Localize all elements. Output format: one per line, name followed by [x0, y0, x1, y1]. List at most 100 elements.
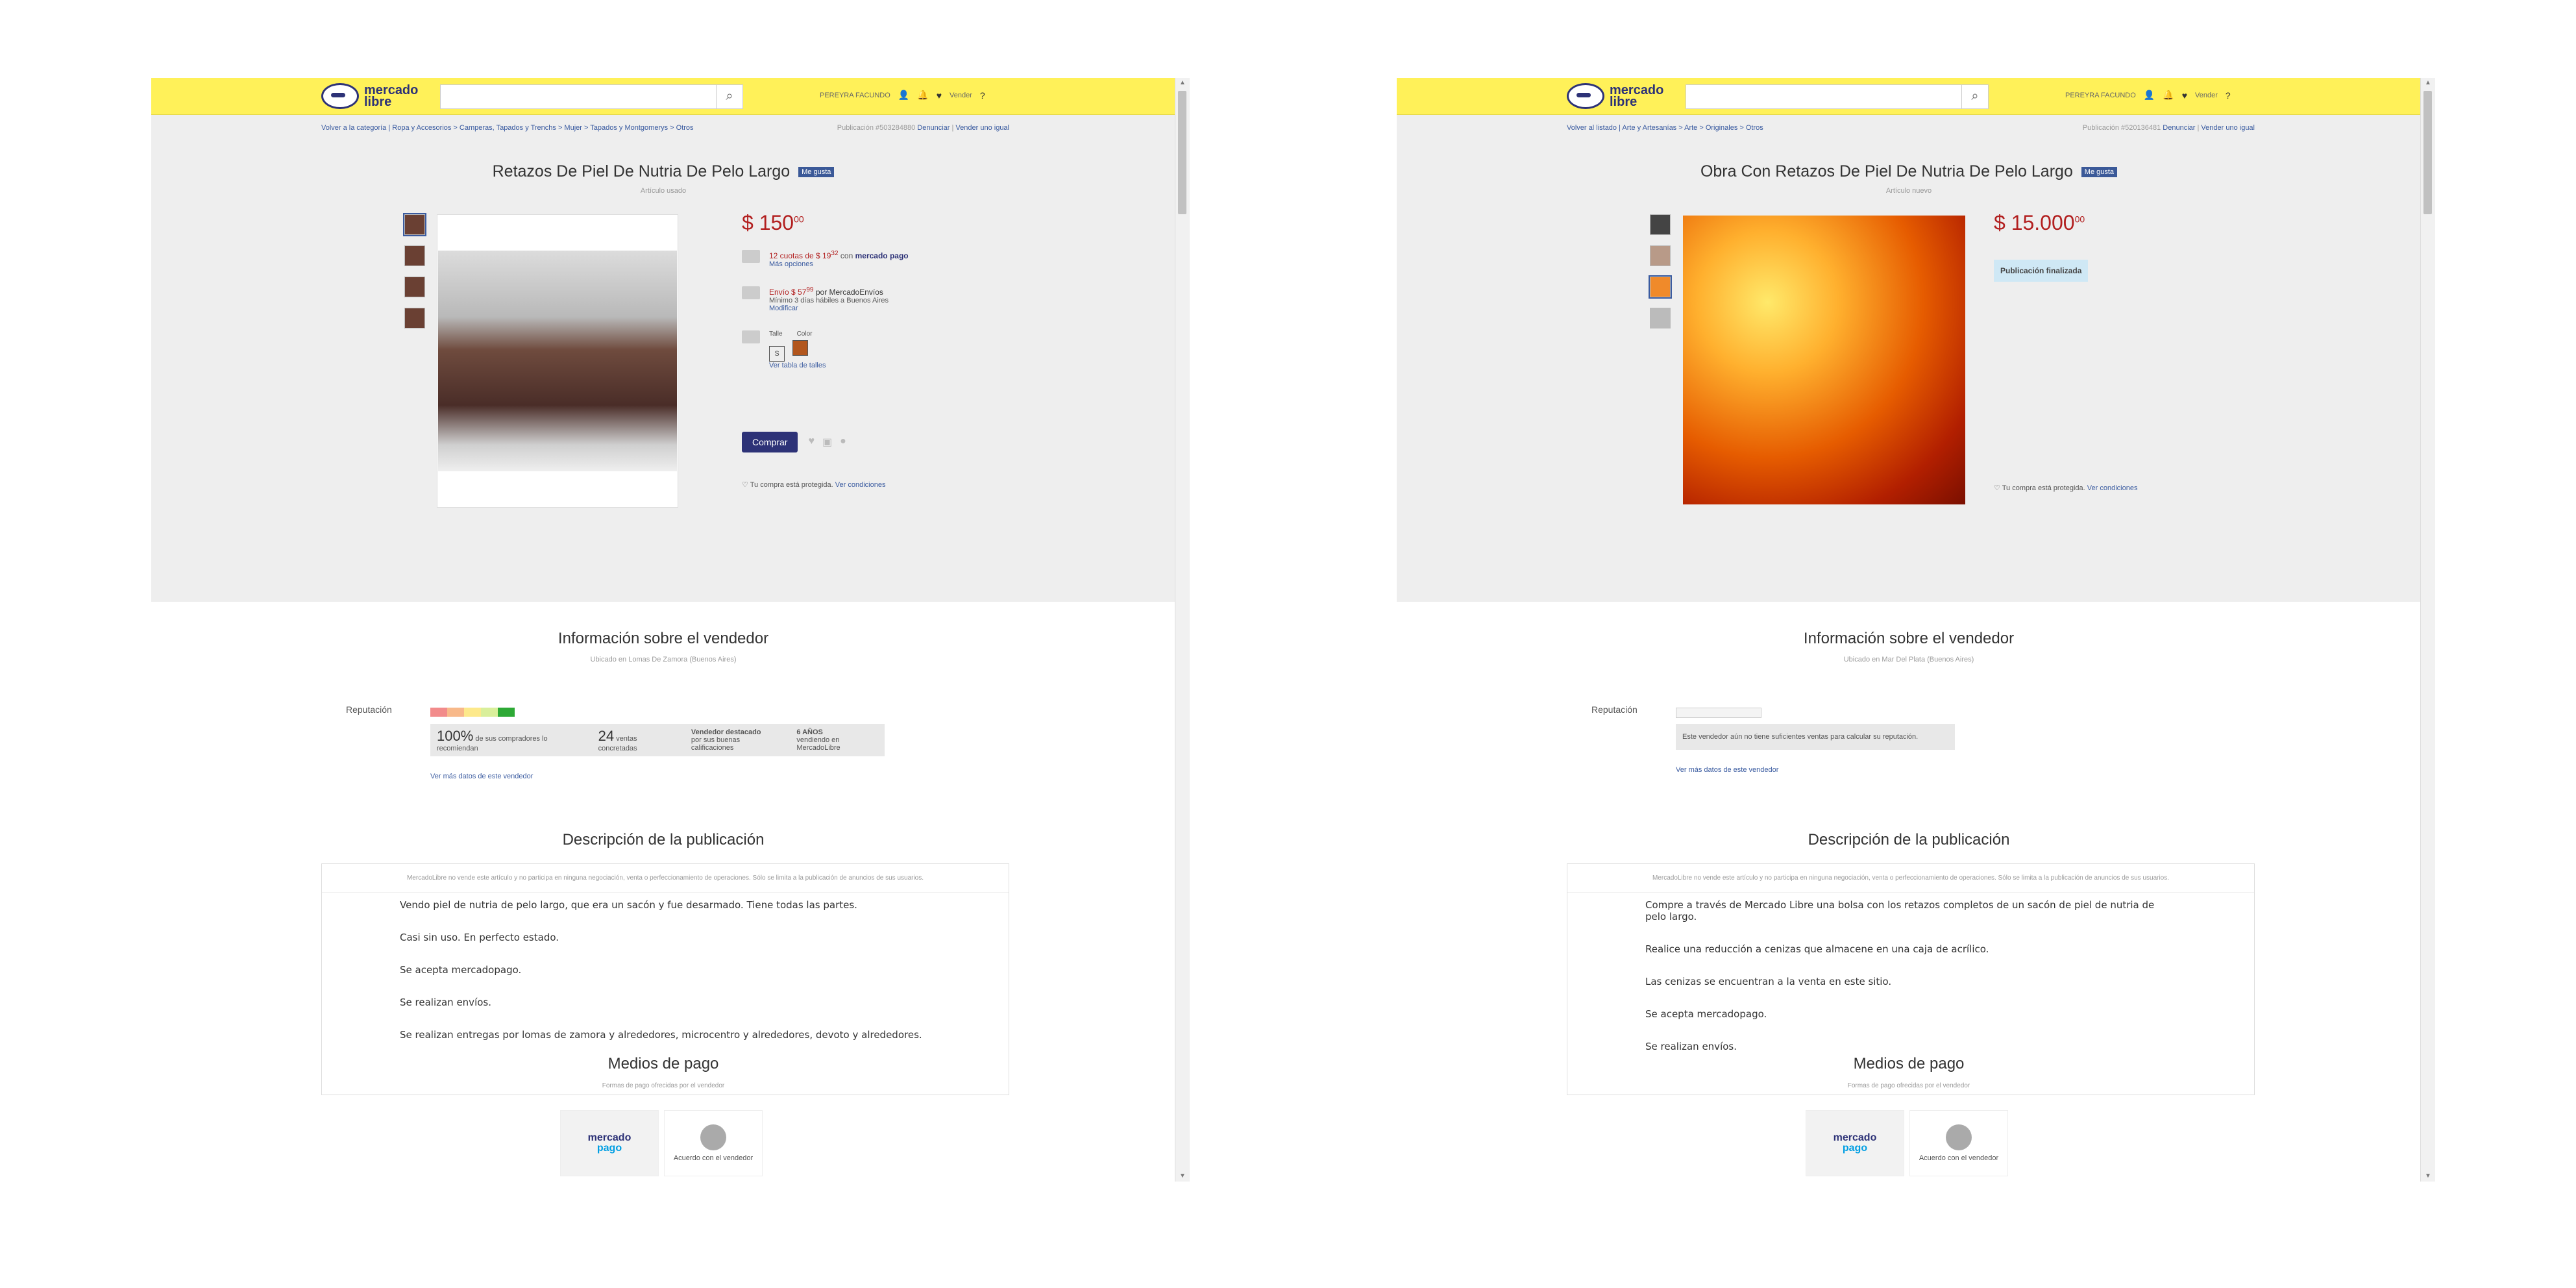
heart-icon[interactable]: ♥: [2182, 90, 2187, 101]
user-icon[interactable]: 👤: [898, 90, 909, 101]
page-content: mercado libre ⌕ PEREYRA FACUNDO 👤 🔔 ♥ Ve…: [1397, 78, 2421, 1182]
purchase-protection: ♡ Tu compra está protegida. Ver condicio…: [1994, 484, 2138, 492]
user-icon[interactable]: 👤: [2144, 90, 2155, 101]
payment-methods: mercado pago Acuerdo con el vendedor: [1806, 1110, 2008, 1176]
help-icon[interactable]: ?: [980, 90, 985, 101]
payment-subtitle: Formas de pago ofrecidas por el vendedor: [602, 1082, 725, 1089]
scroll-down-icon[interactable]: ▼: [2421, 1171, 2435, 1182]
fire-image[interactable]: [1683, 216, 1965, 504]
breadcrumb[interactable]: Volver al listado | Arte y Artesanías > …: [1567, 124, 1763, 132]
scroll-thumb[interactable]: [1178, 91, 1186, 214]
search-input[interactable]: [1686, 84, 1963, 109]
scroll-up-icon[interactable]: ▲: [2421, 78, 2435, 88]
seller-section-title: Información sobre el vendedor: [558, 630, 769, 647]
scrollbar[interactable]: ▲ ▼: [1175, 78, 1190, 1182]
purchase-protection: ♡ Tu compra está protegida. Ver condicio…: [742, 481, 886, 489]
sell-same-link[interactable]: Vender uno igual: [2201, 124, 2255, 132]
product-photo[interactable]: [437, 214, 678, 508]
sell-link[interactable]: Vender: [2195, 92, 2218, 99]
reputation-label: Reputación: [346, 704, 392, 715]
item-condition: Artículo usado: [640, 187, 687, 195]
page-title: Obra Con Retazos De Piel De Nutria De Pe…: [1397, 162, 2421, 181]
thumbnail[interactable]: [1650, 308, 1671, 328]
thumbnail[interactable]: [1650, 245, 1671, 266]
sell-link[interactable]: Vender: [950, 92, 972, 99]
thumbnail[interactable]: [404, 277, 425, 297]
modify-link[interactable]: Modificar: [769, 304, 889, 312]
page-title: Retazos De Piel De Nutria De Pelo Largo …: [151, 162, 1175, 181]
payment-subtitle: Formas de pago ofrecidas por el vendedor: [1847, 1082, 1970, 1089]
conditions-link[interactable]: Ver condiciones: [2087, 484, 2138, 492]
disclaimer: MercadoLibre no vende este artículo y no…: [322, 864, 1009, 893]
sell-same-link[interactable]: Vender uno igual: [955, 124, 1009, 132]
scroll-up-icon[interactable]: ▲: [1175, 78, 1190, 88]
description-text: Compre a través de Mercado Libre una bol…: [1645, 899, 2155, 1052]
thumbnail-list: [403, 213, 426, 328]
browser-window-right: mercado libre ⌕ PEREYRA FACUNDO 👤 🔔 ♥ Ve…: [1397, 78, 2435, 1182]
disclaimer: MercadoLibre no vende este artículo y no…: [1567, 864, 2254, 893]
seller-more-link[interactable]: Ver más datos de este vendedor: [430, 773, 533, 780]
purchase-info: 12 cuotas de $ 1932 con mercado pago Más…: [742, 250, 937, 388]
seller-more-link[interactable]: Ver más datos de este vendedor: [1676, 766, 1778, 774]
more-options-link[interactable]: Más opciones: [769, 260, 909, 268]
mercadopago-card: mercado pago: [1806, 1110, 1904, 1176]
publication-meta: Publicación #503284880 Denunciar | Vende…: [837, 124, 1009, 132]
help-icon[interactable]: ?: [2226, 90, 2231, 101]
size-option[interactable]: S: [769, 346, 785, 362]
thumbnail[interactable]: [1649, 275, 1672, 299]
thumbnail[interactable]: [404, 308, 425, 328]
thumbnail[interactable]: [404, 245, 425, 266]
seller-section-title: Información sobre el vendedor: [1803, 630, 2015, 647]
publication-meta: Publicación #520136481 Denunciar | Vende…: [2082, 124, 2255, 132]
report-link[interactable]: Denunciar: [2163, 124, 2195, 132]
agreement-card: Acuerdo con el vendedor: [664, 1110, 763, 1176]
seller-location: Ubicado en Mar Del Plata (Buenos Aires): [1843, 656, 1974, 663]
user-name[interactable]: PEREYRA FACUNDO: [820, 92, 890, 99]
page-content: mercado libre ⌕ PEREYRA FACUNDO 👤 🔔 ♥ Ve…: [151, 78, 1175, 1182]
user-area: PEREYRA FACUNDO 👤 🔔 ♥ Vender ?: [820, 90, 985, 101]
publication-finished-badge: Publicación finalizada: [1994, 260, 2089, 282]
fur-image: [438, 251, 677, 471]
mercadolibre-logo[interactable]: mercado libre: [321, 83, 418, 109]
search-icon[interactable]: ⌕: [716, 84, 743, 109]
bell-icon[interactable]: 🔔: [2163, 90, 2174, 101]
gift-icon[interactable]: ▣: [822, 436, 832, 449]
scrollbar[interactable]: ▲ ▼: [2420, 78, 2435, 1182]
chat-icon[interactable]: ●: [840, 436, 846, 449]
buy-row: Comprar ♥ ▣ ●: [742, 432, 846, 452]
price: $ 15000: [742, 211, 804, 234]
payment-title: Medios de pago: [1853, 1055, 1965, 1072]
reputation-thermometer: [1676, 708, 1761, 718]
shield-icon: ♡: [742, 481, 748, 489]
facebook-like-button[interactable]: Me gusta: [2081, 167, 2118, 178]
buy-button[interactable]: Comprar: [742, 432, 798, 452]
size-table-link[interactable]: Ver tabla de talles: [769, 362, 826, 369]
reputation-thermometer: [430, 708, 515, 717]
search-input[interactable]: [440, 84, 717, 109]
mercadolibre-logo[interactable]: mercado libre: [1567, 83, 1663, 109]
thumbnail[interactable]: [1650, 214, 1671, 235]
conditions-link[interactable]: Ver condiciones: [835, 481, 886, 489]
user-area: PEREYRA FACUNDO 👤 🔔 ♥ Vender ?: [2065, 90, 2231, 101]
bell-icon[interactable]: 🔔: [917, 90, 928, 101]
facebook-like-button[interactable]: Me gusta: [798, 167, 835, 178]
color-option[interactable]: [792, 340, 808, 356]
reputation-panel: Este vendedor aún no tiene suficientes v…: [1676, 724, 1955, 750]
user-name[interactable]: PEREYRA FACUNDO: [2065, 92, 2136, 99]
person-icon: [700, 1124, 726, 1150]
search-icon[interactable]: ⌕: [1961, 84, 1989, 109]
description-title: Descripción de la publicación: [562, 831, 765, 848]
logo-text: mercado libre: [1610, 83, 1664, 109]
handshake-icon: [321, 83, 359, 109]
breadcrumb-bar: Volver al listado | Arte y Artesanías > …: [1397, 115, 2421, 141]
breadcrumb[interactable]: Volver a la categoría | Ropa y Accesorio…: [321, 124, 694, 132]
scroll-thumb[interactable]: [2423, 91, 2432, 214]
tag-icon: [742, 330, 760, 343]
person-icon: [1946, 1124, 1972, 1150]
report-link[interactable]: Denunciar: [917, 124, 950, 132]
heart-icon[interactable]: ♥: [937, 90, 942, 101]
top-header: mercado libre ⌕ PEREYRA FACUNDO 👤 🔔 ♥ Ve…: [1397, 78, 2421, 115]
scroll-down-icon[interactable]: ▼: [1175, 1171, 1190, 1182]
thumbnail[interactable]: [403, 213, 426, 236]
heart-icon[interactable]: ♥: [808, 436, 815, 449]
